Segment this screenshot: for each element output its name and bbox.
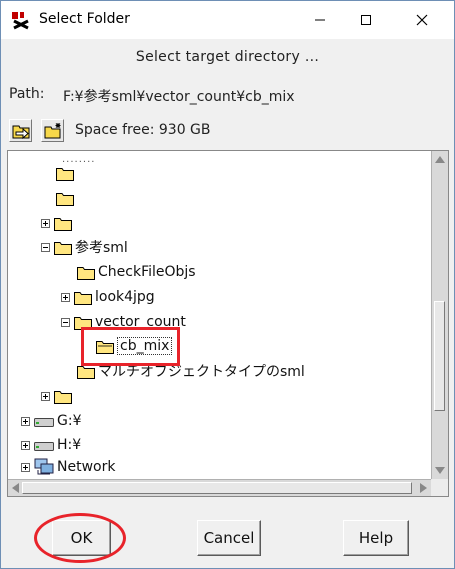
- collapse-icon[interactable]: [61, 317, 70, 327]
- drive-icon: [34, 442, 54, 451]
- app-icon: [10, 10, 32, 30]
- arrow-folder-icon: [12, 125, 29, 139]
- close-icon: [416, 14, 428, 26]
- tree-item-label: 参考sml: [75, 240, 128, 256]
- window-title: Select Folder: [39, 11, 130, 27]
- tree-item-look4jpg[interactable]: look4jpg: [61, 286, 155, 308]
- tree-item-drive-h[interactable]: H:¥: [21, 434, 81, 456]
- tree-item-folder[interactable]: [56, 187, 77, 209]
- drive-icon: [34, 418, 54, 427]
- go-up-button[interactable]: [9, 119, 32, 142]
- open-folder-icon: [96, 340, 114, 354]
- vertical-scroll-thumb[interactable]: [434, 301, 445, 411]
- expand-icon[interactable]: [21, 440, 30, 450]
- scroll-up-arrow-icon[interactable]: [435, 156, 445, 163]
- maximize-button[interactable]: [343, 1, 389, 39]
- network-icon: [34, 458, 54, 475]
- horizontal-scroll-thumb[interactable]: [22, 482, 412, 494]
- expand-icon[interactable]: [41, 391, 50, 401]
- collapse-icon[interactable]: [41, 242, 50, 252]
- title-bar[interactable]: Select Folder: [1, 1, 454, 39]
- tree-item-network[interactable]: Network: [21, 456, 115, 478]
- path-value: F:¥参考sml¥vector_count¥cb_mix: [63, 89, 295, 105]
- minimize-button[interactable]: [297, 1, 343, 39]
- tree-item-sankou-sml[interactable]: 参考sml: [41, 236, 128, 258]
- folder-icon: [77, 365, 95, 379]
- horizontal-scrollbar[interactable]: [8, 479, 431, 496]
- tree-item-label-selected: cb_mix: [117, 337, 173, 355]
- folder-icon: [77, 266, 95, 280]
- new-folder-button[interactable]: [41, 119, 64, 142]
- path-label: Path:: [9, 86, 45, 102]
- tree-item-checkfileobjs[interactable]: CheckFileObjs: [77, 261, 196, 283]
- space-free-text: Space free: 930 GB: [75, 122, 211, 138]
- tree-item-label: vector_count: [95, 314, 186, 330]
- tree-item-label: H:¥: [57, 437, 82, 453]
- tree-item-label: CheckFileObjs: [98, 264, 196, 280]
- expand-icon[interactable]: [61, 292, 70, 302]
- expand-icon[interactable]: [21, 416, 30, 426]
- scroll-down-arrow-icon[interactable]: [435, 467, 445, 474]
- tree-item-cb-mix[interactable]: cb_mix: [96, 335, 177, 357]
- ok-button[interactable]: OK: [52, 520, 111, 556]
- tree-item-vector-count[interactable]: vector_count: [61, 311, 186, 333]
- maximize-icon: [361, 15, 371, 25]
- close-button[interactable]: [399, 1, 445, 39]
- minimize-icon: [315, 19, 325, 21]
- tree-item-drive-g[interactable]: G:¥: [21, 410, 81, 432]
- dialog-header: Select target directory ...: [135, 49, 320, 65]
- tree-item-label: look4jpg: [95, 289, 155, 305]
- folder-tree[interactable]: ········ 参考sml CheckFileObjs look4jpg ve…: [7, 150, 449, 497]
- help-button[interactable]: Help: [343, 520, 409, 556]
- folder-icon: [54, 390, 72, 404]
- tree-item-folder[interactable]: [41, 212, 75, 234]
- scroll-right-arrow-icon[interactable]: [420, 483, 427, 493]
- folder-icon: [56, 192, 74, 206]
- tree-item-label: Network: [57, 459, 116, 475]
- select-folder-dialog: Select Folder Select target directory ..…: [0, 0, 455, 569]
- scroll-left-arrow-icon[interactable]: [12, 483, 19, 493]
- tree-item-folder[interactable]: [56, 162, 77, 184]
- tree-item-folder[interactable]: [41, 385, 75, 407]
- tree-item-multiobject[interactable]: マルチオブジェクトタイプのsml: [77, 360, 305, 382]
- tree-item-label: マルチオブジェクトタイプのsml: [98, 364, 305, 380]
- expand-icon[interactable]: [21, 462, 30, 472]
- cancel-button[interactable]: Cancel: [197, 520, 261, 556]
- folder-icon: [54, 241, 72, 255]
- folder-icon: [74, 316, 92, 330]
- folder-icon: [74, 291, 92, 305]
- scroll-corner: [431, 479, 448, 496]
- new-folder-icon: [44, 123, 60, 139]
- vertical-scrollbar[interactable]: [431, 151, 448, 479]
- folder-icon: [56, 167, 74, 181]
- tree-item-label: G:¥: [57, 413, 82, 429]
- folder-icon: [54, 217, 72, 231]
- expand-icon[interactable]: [41, 218, 50, 228]
